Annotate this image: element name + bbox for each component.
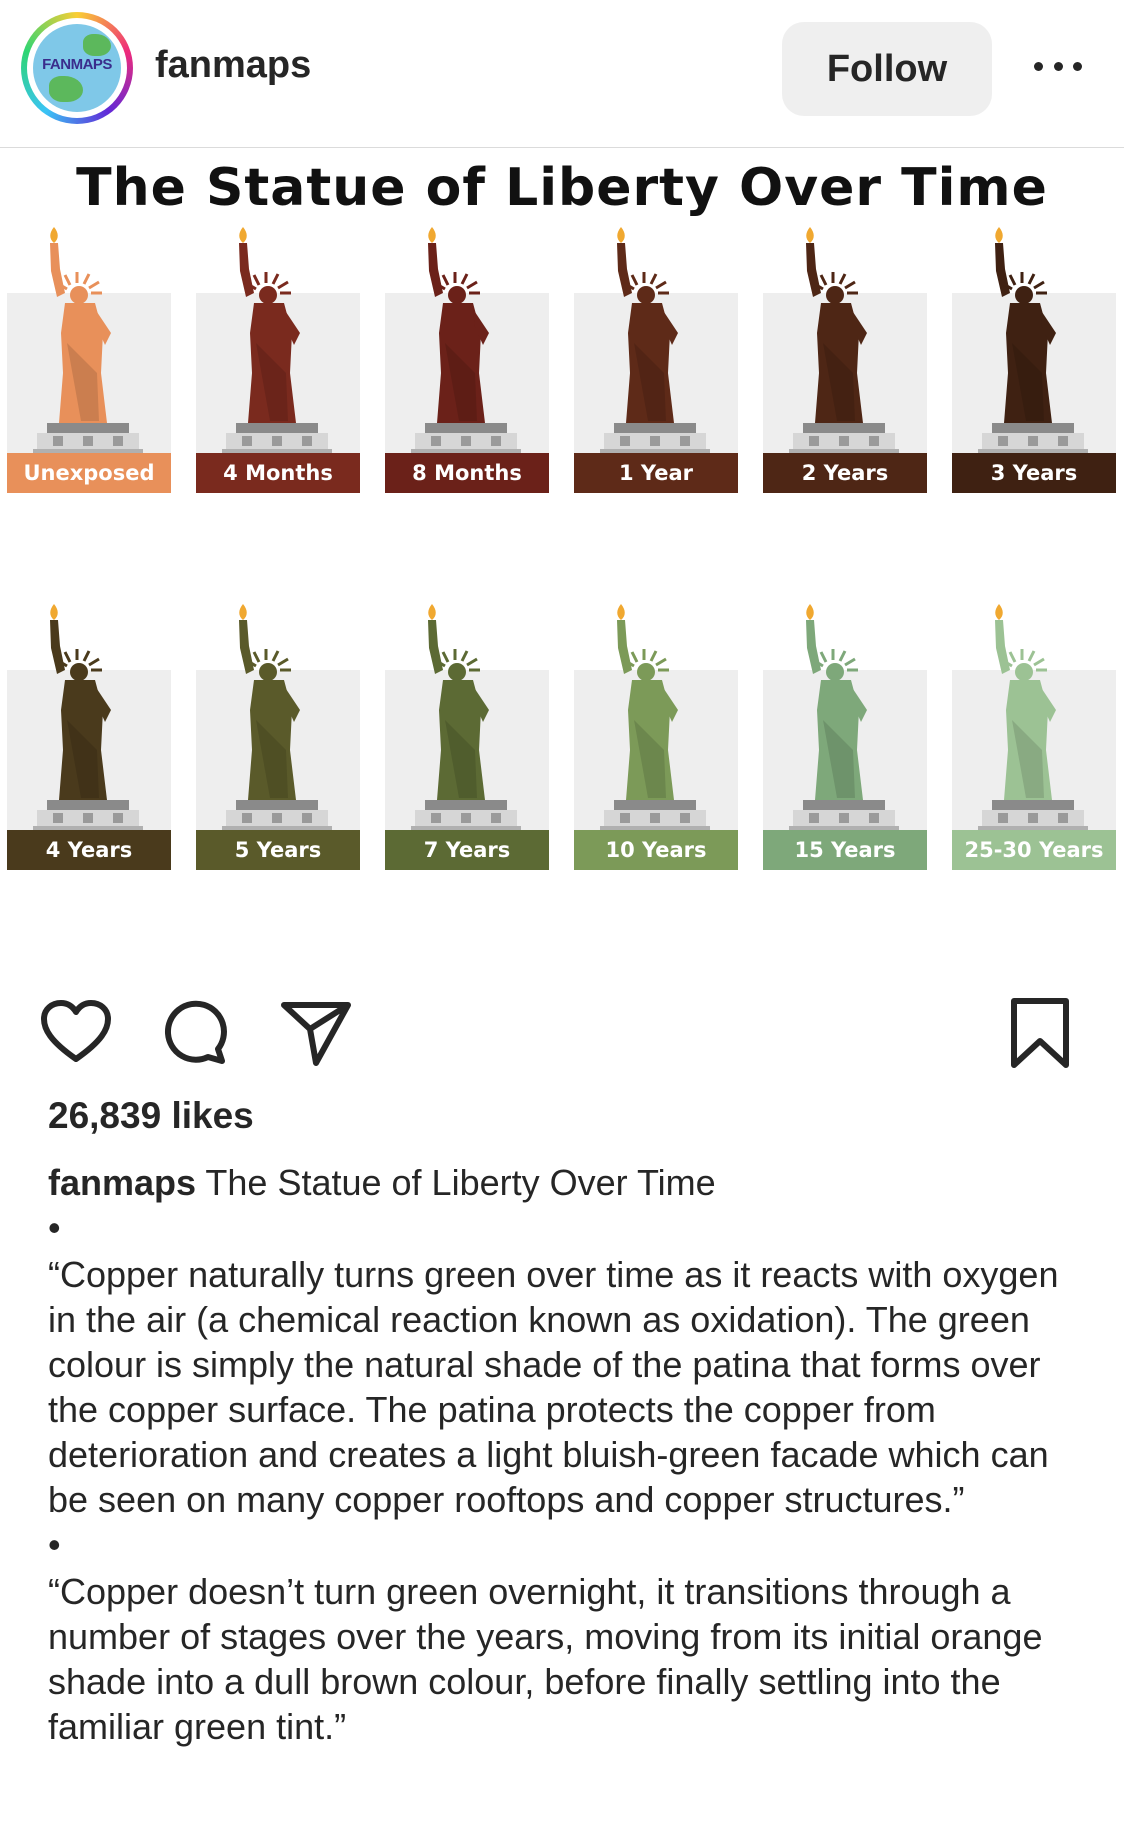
caption-paragraph: “Copper naturally turns green over time … (48, 1254, 1059, 1520)
statue-of-liberty-icon (222, 604, 332, 832)
stage-label: 15 Years (763, 830, 927, 870)
stage-label: 4 Years (7, 830, 171, 870)
more-options-icon[interactable] (1028, 46, 1088, 86)
username[interactable]: fanmaps (155, 44, 311, 87)
post-image[interactable]: The Statue of Liberty Over Time Unexpose… (0, 148, 1124, 973)
dot (1034, 61, 1043, 71)
send-icon[interactable] (276, 993, 356, 1073)
statue-stage: 2 Years (763, 223, 927, 493)
caption-paragraph: “Copper doesn’t turn green overnight, it… (48, 1571, 1043, 1747)
stage-label: 4 Months (196, 453, 360, 493)
caption-text: The Statue of Liberty Over Time (205, 1162, 716, 1203)
avatar[interactable]: FANMAPS (21, 12, 133, 124)
avatar-image: FANMAPS (27, 18, 127, 118)
statue-of-liberty-icon (411, 604, 521, 832)
statue-stage: 8 Months (385, 223, 549, 493)
stage-label: Unexposed (7, 453, 171, 493)
stage-label: 2 Years (763, 453, 927, 493)
statue-of-liberty-icon (33, 227, 143, 455)
stage-label: 25-30 Years (952, 830, 1116, 870)
dot (1053, 61, 1063, 71)
caption-bullet: • (48, 1207, 61, 1248)
statue-of-liberty-icon (600, 227, 710, 455)
statue-stage: 10 Years (574, 600, 738, 870)
statue-of-liberty-icon (411, 227, 521, 455)
statue-stage: 5 Years (196, 600, 360, 870)
statue-stage: 4 Months (196, 223, 360, 493)
land-shape (83, 34, 111, 56)
follow-button[interactable]: Follow (782, 22, 992, 116)
action-bar (0, 973, 1124, 1083)
bookmark-icon[interactable] (1000, 993, 1080, 1073)
statue-stage: Unexposed (7, 223, 171, 493)
statue-stage: 7 Years (385, 600, 549, 870)
stage-label: 8 Months (385, 453, 549, 493)
statue-of-liberty-icon (33, 604, 143, 832)
comment-icon[interactable] (156, 993, 236, 1073)
statue-stage: 3 Years (952, 223, 1116, 493)
statue-stage: 1 Year (574, 223, 738, 493)
statue-of-liberty-icon (978, 604, 1088, 832)
statue-of-liberty-icon (978, 227, 1088, 455)
statue-of-liberty-icon (789, 604, 899, 832)
statue-of-liberty-icon (222, 227, 332, 455)
caption-bullet: • (48, 1524, 61, 1565)
heart-icon[interactable] (36, 993, 116, 1073)
infographic-title: The Statue of Liberty Over Time (76, 158, 1048, 218)
statue-stage: 15 Years (763, 600, 927, 870)
likes-count[interactable]: 26,839 likes (48, 1095, 254, 1137)
land-shape (49, 76, 83, 102)
stage-label: 3 Years (952, 453, 1116, 493)
statue-stage: 4 Years (7, 600, 171, 870)
stage-label: 7 Years (385, 830, 549, 870)
statue-stage: 25-30 Years (952, 600, 1116, 870)
statue-of-liberty-icon (789, 227, 899, 455)
stage-label: 10 Years (574, 830, 738, 870)
avatar-logo-text: FANMAPS (42, 56, 112, 73)
stage-label: 1 Year (574, 453, 738, 493)
statue-of-liberty-icon (600, 604, 710, 832)
caption-headline: fanmaps The Statue of Liberty Over Time (48, 1160, 1088, 1205)
dot (1073, 61, 1082, 71)
stage-label: 5 Years (196, 830, 360, 870)
caption: fanmaps The Statue of Liberty Over Time … (48, 1160, 1088, 1749)
post-header: FANMAPS fanmaps Follow (0, 0, 1124, 148)
caption-author[interactable]: fanmaps (48, 1162, 196, 1203)
